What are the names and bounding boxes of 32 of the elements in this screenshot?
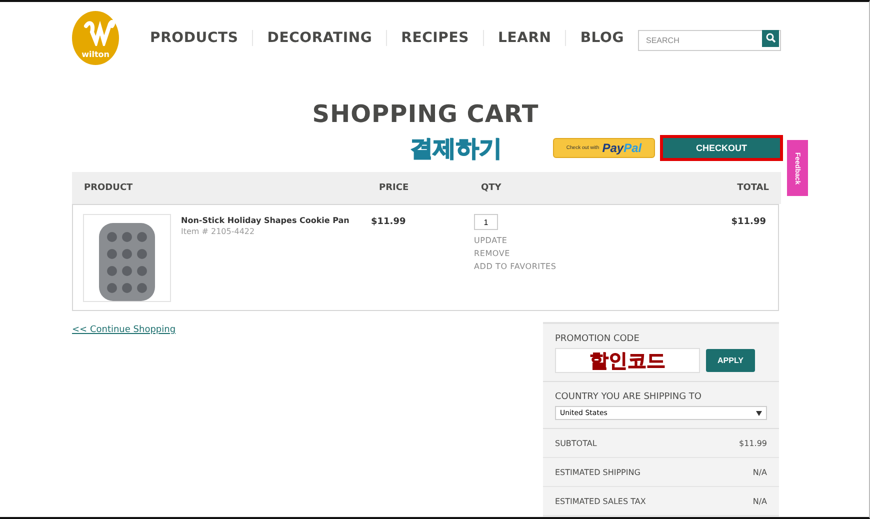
summary-value: N/A	[752, 468, 767, 476]
checkout-button[interactable]: CHECKOUT	[660, 135, 783, 161]
search-field[interactable]: SEARCH	[638, 30, 781, 50]
nav-link[interactable]: LEARN	[482, 30, 566, 46]
summary-label: ESTIMATED SALES TAX	[555, 496, 646, 506]
price: $11.99	[370, 217, 407, 229]
nav-link[interactable]: RECIPES	[386, 30, 483, 46]
item-number: Item # 2105-4422	[181, 227, 256, 236]
row-action-link[interactable]: REMOVE	[474, 249, 510, 258]
row-action-link[interactable]: ADD TO FAVORITES	[474, 262, 556, 271]
search-icon	[766, 33, 776, 43]
continue-shopping-link[interactable]: << Continue Shopping	[72, 325, 176, 335]
search-button[interactable]	[762, 30, 779, 46]
summary-label: SUBTOTAL	[555, 438, 597, 448]
summary-label: ESTIMATED SHIPPING	[555, 468, 640, 476]
total: $11.99	[730, 217, 767, 229]
nav-link[interactable]: DECORATING	[252, 30, 386, 46]
logo-icon	[82, 20, 116, 46]
promo-label: PROMOTION CODE	[555, 334, 640, 344]
promo-code-field[interactable]: 할인코드	[555, 348, 700, 373]
dropdown-icon	[756, 410, 762, 416]
table-header: PRODUCT PRICE QTY TOTAL	[72, 172, 781, 204]
row-action-link[interactable]: UPDATE	[474, 236, 508, 245]
annotation-text: 결제하기	[410, 134, 502, 164]
summary-value: $11.99	[739, 438, 767, 448]
product-name[interactable]: Non-Stick Holiday Shapes Cookie Pan	[181, 216, 350, 225]
quantity-field[interactable]: 1	[474, 214, 498, 230]
apply-button[interactable]: APPLY	[706, 349, 755, 372]
summary-value: N/A	[752, 496, 767, 506]
country-label: COUNTRY YOU ARE SHIPPING TO	[555, 392, 703, 402]
page-title: SHOPPING CART	[311, 100, 540, 128]
nav-link[interactable]: PRODUCTS	[137, 30, 252, 46]
